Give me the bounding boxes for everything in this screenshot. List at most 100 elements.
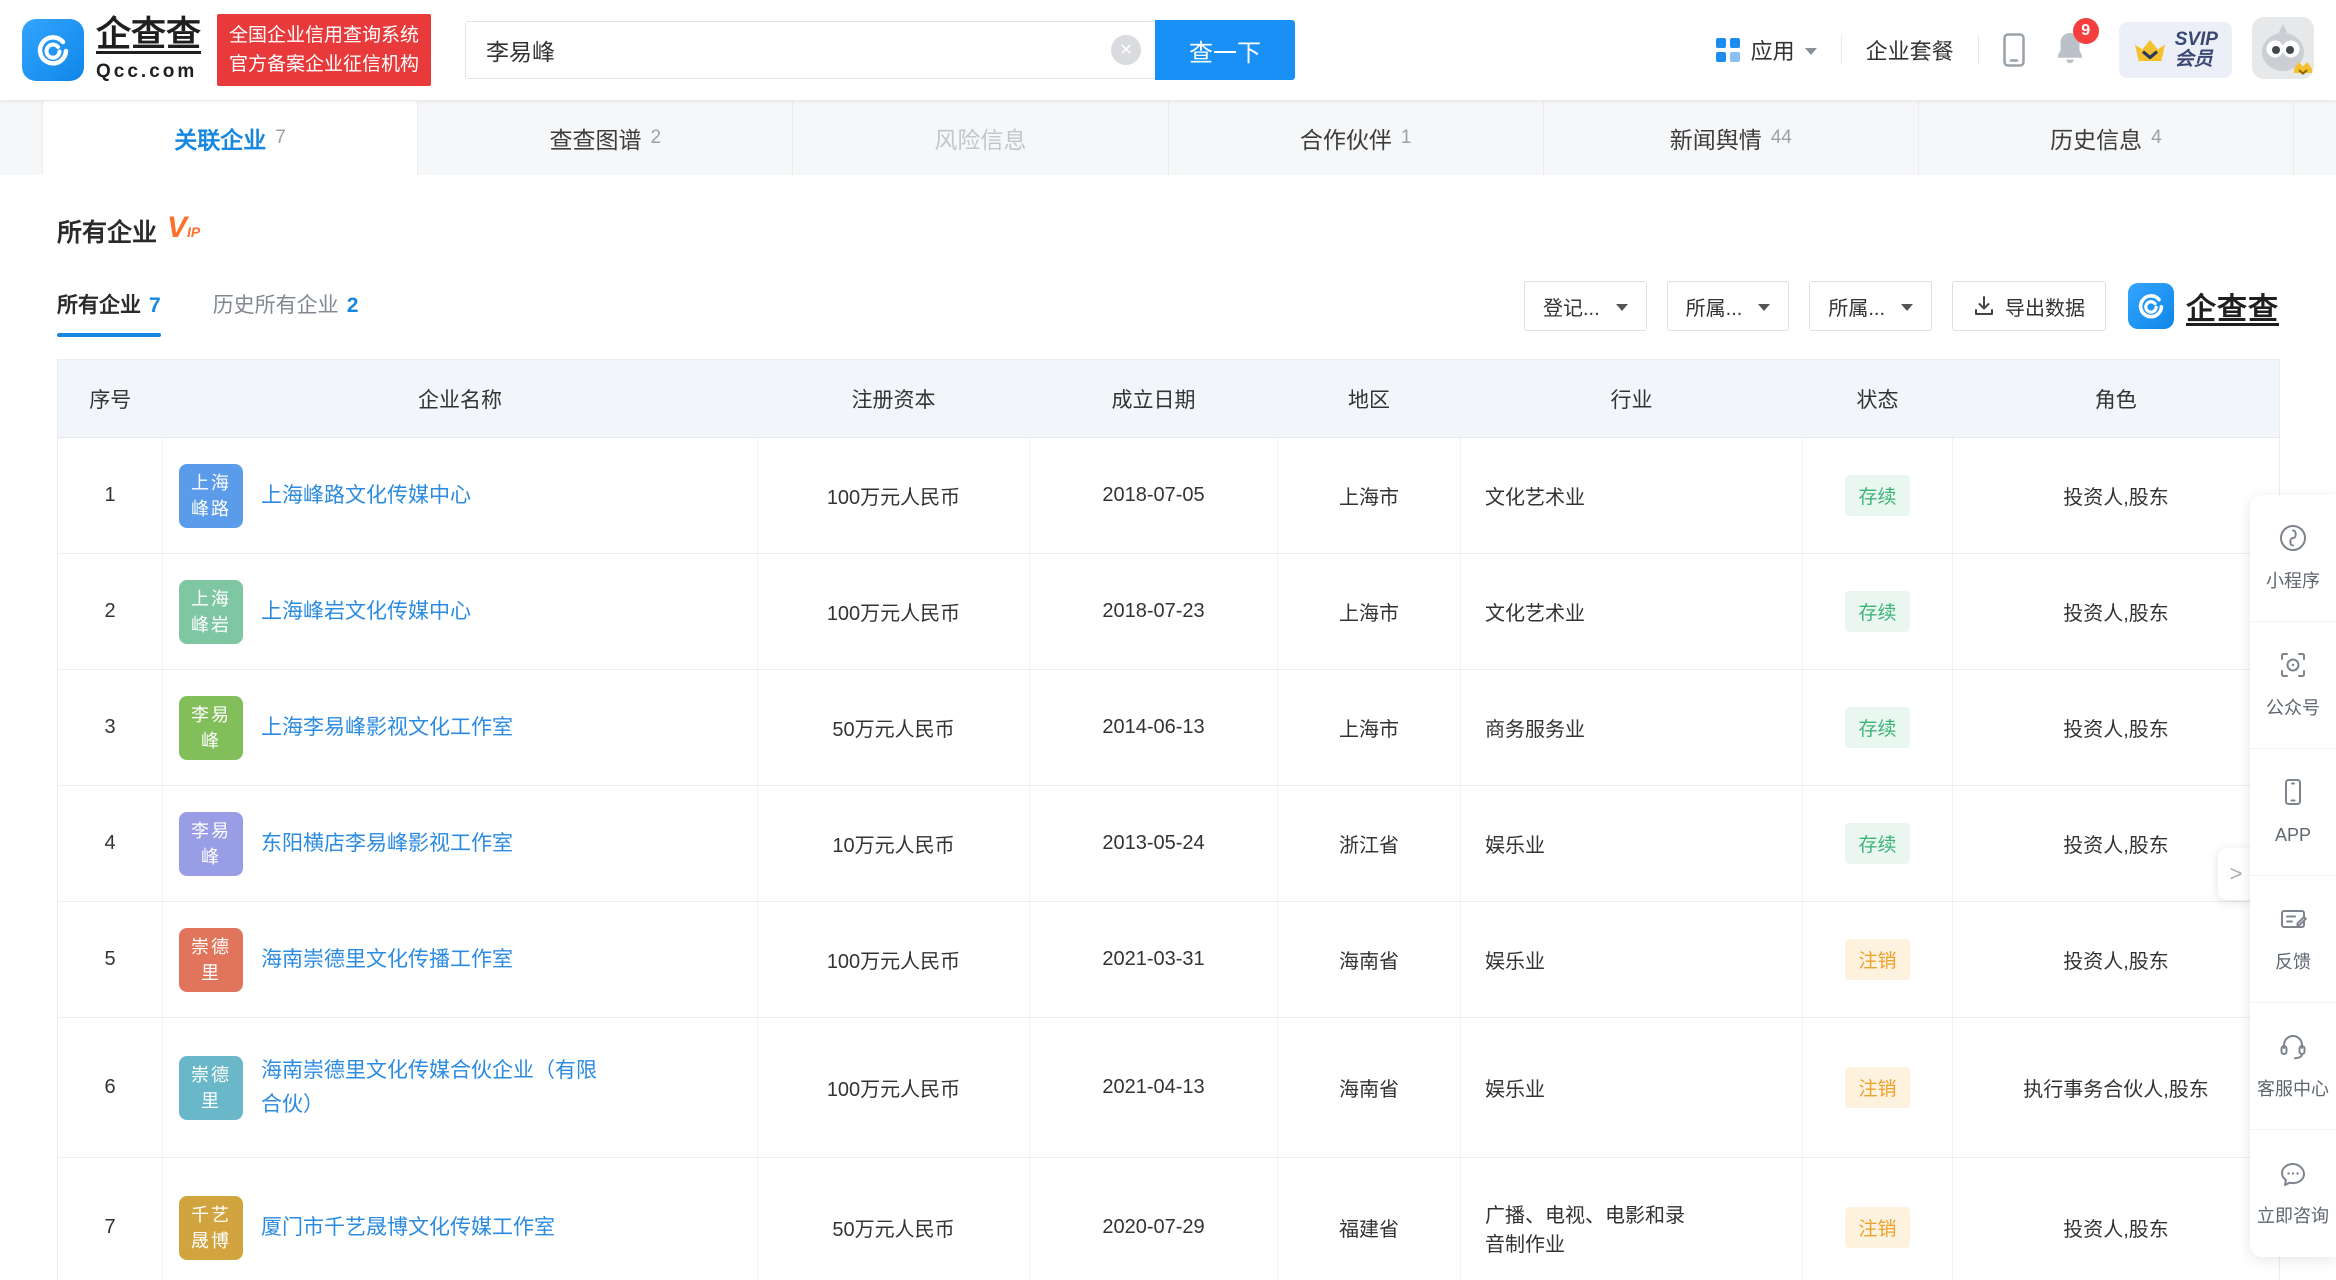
subtabs: 所有企业 7 历史所有企业 2 [57, 289, 359, 337]
export-data-button[interactable]: 导出数据 [1952, 281, 2106, 331]
company-avatar[interactable]: 崇德里 [179, 927, 243, 992]
mobile-app-entry[interactable] [2002, 33, 2025, 67]
gov-badge-line1: 全国企业信用查询系统 [229, 24, 420, 46]
company-link[interactable]: 厦门市千艺晟博文化传媒工作室 [261, 1211, 555, 1245]
vip-feature-icon[interactable]: VIP [167, 213, 200, 243]
tab-item[interactable]: 关联企业 7 [42, 101, 419, 175]
panel-expand-chevron[interactable]: > [2218, 848, 2254, 900]
user-avatar[interactable] [2252, 16, 2314, 84]
cell-region: 海南省 [1277, 1017, 1461, 1158]
search-input[interactable] [465, 21, 1156, 79]
cell-status: 存续 [1802, 785, 1953, 902]
company-avatar[interactable]: 千艺晟博 [179, 1195, 243, 1260]
qcc-logo-icon [22, 19, 84, 81]
enterprise-package[interactable]: 企业套餐 [1866, 34, 1954, 66]
company-avatar[interactable]: 上海峰岩 [179, 579, 243, 644]
company-link[interactable]: 上海峰岩文化传媒中心 [261, 595, 471, 629]
table-row: 3 李易峰 上海李易峰影视文化工作室 50万元人民币 2014-06-13 上海市 商务服务… [57, 669, 2280, 786]
panel-item-公众号[interactable]: 公众号 [2250, 622, 2336, 749]
tab-item[interactable]: 新闻舆情 44 [1543, 101, 1919, 175]
svip-line2: 会员 [2174, 49, 2213, 70]
content: 所有企业 VIP 所有企业 7 历史所有企业 2 登记... 所属... 所属... 导出… [0, 213, 2336, 1280]
panel-item-立即咨询[interactable]: 立即咨询 [2250, 1130, 2336, 1257]
filter-dropdown[interactable]: 登记... [1523, 281, 1647, 331]
cell-no: 2 [57, 553, 163, 670]
search-button[interactable]: 查一下 [1155, 20, 1296, 80]
cell-date: 2018-07-05 [1029, 437, 1278, 554]
companies-table: 序号 企业名称 注册资本 成立日期 地区 行业 状态 角色 1 上海峰路 上海峰路文化传媒中心 10… [57, 359, 2280, 1280]
phone-icon [2002, 33, 2025, 67]
qcc-logo[interactable]: 企查查 Qcc.com [22, 16, 201, 83]
qcc-corner-logo: 企查查 [2128, 283, 2279, 329]
tab-item[interactable]: 查查图谱 2 [418, 101, 794, 175]
tab-item[interactable]: 历史信息 4 [1918, 101, 2295, 175]
filter-dropdown[interactable]: 所属... [1666, 281, 1790, 331]
notifications[interactable]: 9 [2055, 18, 2099, 70]
svip-member-badge[interactable]: SVIP 会员 [2118, 22, 2232, 78]
cell-region: 海南省 [1277, 901, 1461, 1018]
apps-menu[interactable]: 应用 [1715, 34, 1817, 66]
brand-text: 企查查 Qcc.com [96, 16, 201, 83]
company-avatar[interactable]: 崇德里 [179, 1055, 243, 1120]
cell-company: 李易峰 上海李易峰影视文化工作室 [162, 669, 758, 786]
panel-item-反馈[interactable]: 反馈 [2250, 876, 2336, 1003]
cell-status: 注销 [1802, 1157, 1953, 1280]
company-avatar[interactable]: 李易峰 [179, 811, 243, 876]
panel-item-小程序[interactable]: 小程序 [2250, 495, 2336, 622]
company-wrap: 李易峰 上海李易峰影视文化工作室 [179, 695, 747, 760]
cell-industry: 娱乐业 [1460, 785, 1803, 902]
cell-date: 2020-07-29 [1029, 1157, 1278, 1280]
filter-dropdown[interactable]: 所属... [1809, 281, 1932, 331]
cell-region: 福建省 [1277, 1157, 1461, 1280]
cell-industry: 文化艺术业 [1460, 553, 1803, 670]
panel-item-APP[interactable]: APP [2250, 749, 2336, 876]
company-link[interactable]: 海南崇德里文化传播工作室 [261, 943, 513, 977]
cell-status: 注销 [1802, 1017, 1953, 1158]
company-link[interactable]: 上海李易峰影视文化工作室 [261, 711, 513, 745]
subtab-item[interactable]: 历史所有企业 2 [213, 289, 359, 323]
cell-region: 上海市 [1277, 437, 1461, 554]
cell-no: 6 [57, 1017, 163, 1158]
panel-item-label: 立即咨询 [2257, 1206, 2329, 1226]
cell-no: 7 [57, 1157, 163, 1280]
tab-count: 44 [1770, 127, 1792, 148]
panel-item-label: 客服中心 [2257, 1078, 2329, 1099]
cell-region: 上海市 [1277, 553, 1461, 670]
cell-status: 存续 [1802, 437, 1953, 554]
cell-no: 1 [57, 437, 163, 554]
column-header: 成立日期 [1029, 359, 1278, 438]
table-header-row: 序号 企业名称 注册资本 成立日期 地区 行业 状态 角色 [57, 359, 2280, 438]
cell-industry: 娱乐业 [1460, 1017, 1803, 1158]
gov-certification-badge: 全国企业信用查询系统 官方备案企业征信机构 [217, 13, 432, 87]
floating-side-panel: 小程序 公众号 APP 反馈客服中心立即咨询 [2250, 495, 2336, 1257]
company-avatar[interactable]: 上海峰路 [179, 463, 243, 528]
subtab-count: 7 [149, 294, 161, 317]
tab-label: 新闻舆情 [1669, 127, 1762, 153]
company-link[interactable]: 东阳横店李易峰影视工作室 [261, 827, 513, 861]
company-link[interactable]: 海南崇德里文化传媒合伙企业（有限合伙） [261, 1054, 610, 1121]
result-tabs: 关联企业 7 查查图谱 2 风险信息 合作伙伴 1 新闻舆情 44 历史信息 4 [0, 100, 2336, 175]
tab-label: 合作伙伴 [1299, 127, 1392, 153]
download-icon [1975, 296, 1993, 315]
status-badge: 存续 [1845, 707, 1910, 748]
panel-item-客服中心[interactable]: 客服中心 [2250, 1003, 2336, 1130]
cell-capital: 100万元人民币 [757, 437, 1030, 554]
chevron-down-icon [1758, 304, 1771, 311]
crown-icon [2134, 39, 2165, 61]
clear-search-icon[interactable]: ✕ [1111, 35, 1142, 65]
company-avatar[interactable]: 李易峰 [179, 695, 243, 760]
tab-item[interactable]: 风险信息 [793, 101, 1169, 175]
company-link[interactable]: 上海峰路文化传媒中心 [261, 479, 471, 513]
status-badge: 注销 [1845, 1067, 1910, 1108]
cell-company: 千艺晟博 厦门市千艺晟博文化传媒工作室 [162, 1157, 758, 1280]
column-header: 企业名称 [162, 359, 758, 438]
tab-item[interactable]: 合作伙伴 1 [1168, 101, 1544, 175]
cell-date: 2021-03-31 [1029, 901, 1278, 1018]
cell-role: 投资人,股东 [1952, 669, 2280, 786]
cell-date: 2014-06-13 [1029, 669, 1278, 786]
status-badge: 存续 [1845, 823, 1910, 864]
cell-industry: 广播、电视、电影和录音制作业 [1460, 1157, 1803, 1280]
subtab-item[interactable]: 所有企业 7 [57, 289, 161, 337]
cell-company: 上海峰路 上海峰路文化传媒中心 [162, 437, 758, 554]
cell-company: 崇德里 海南崇德里文化传媒合伙企业（有限合伙） [162, 1017, 758, 1158]
